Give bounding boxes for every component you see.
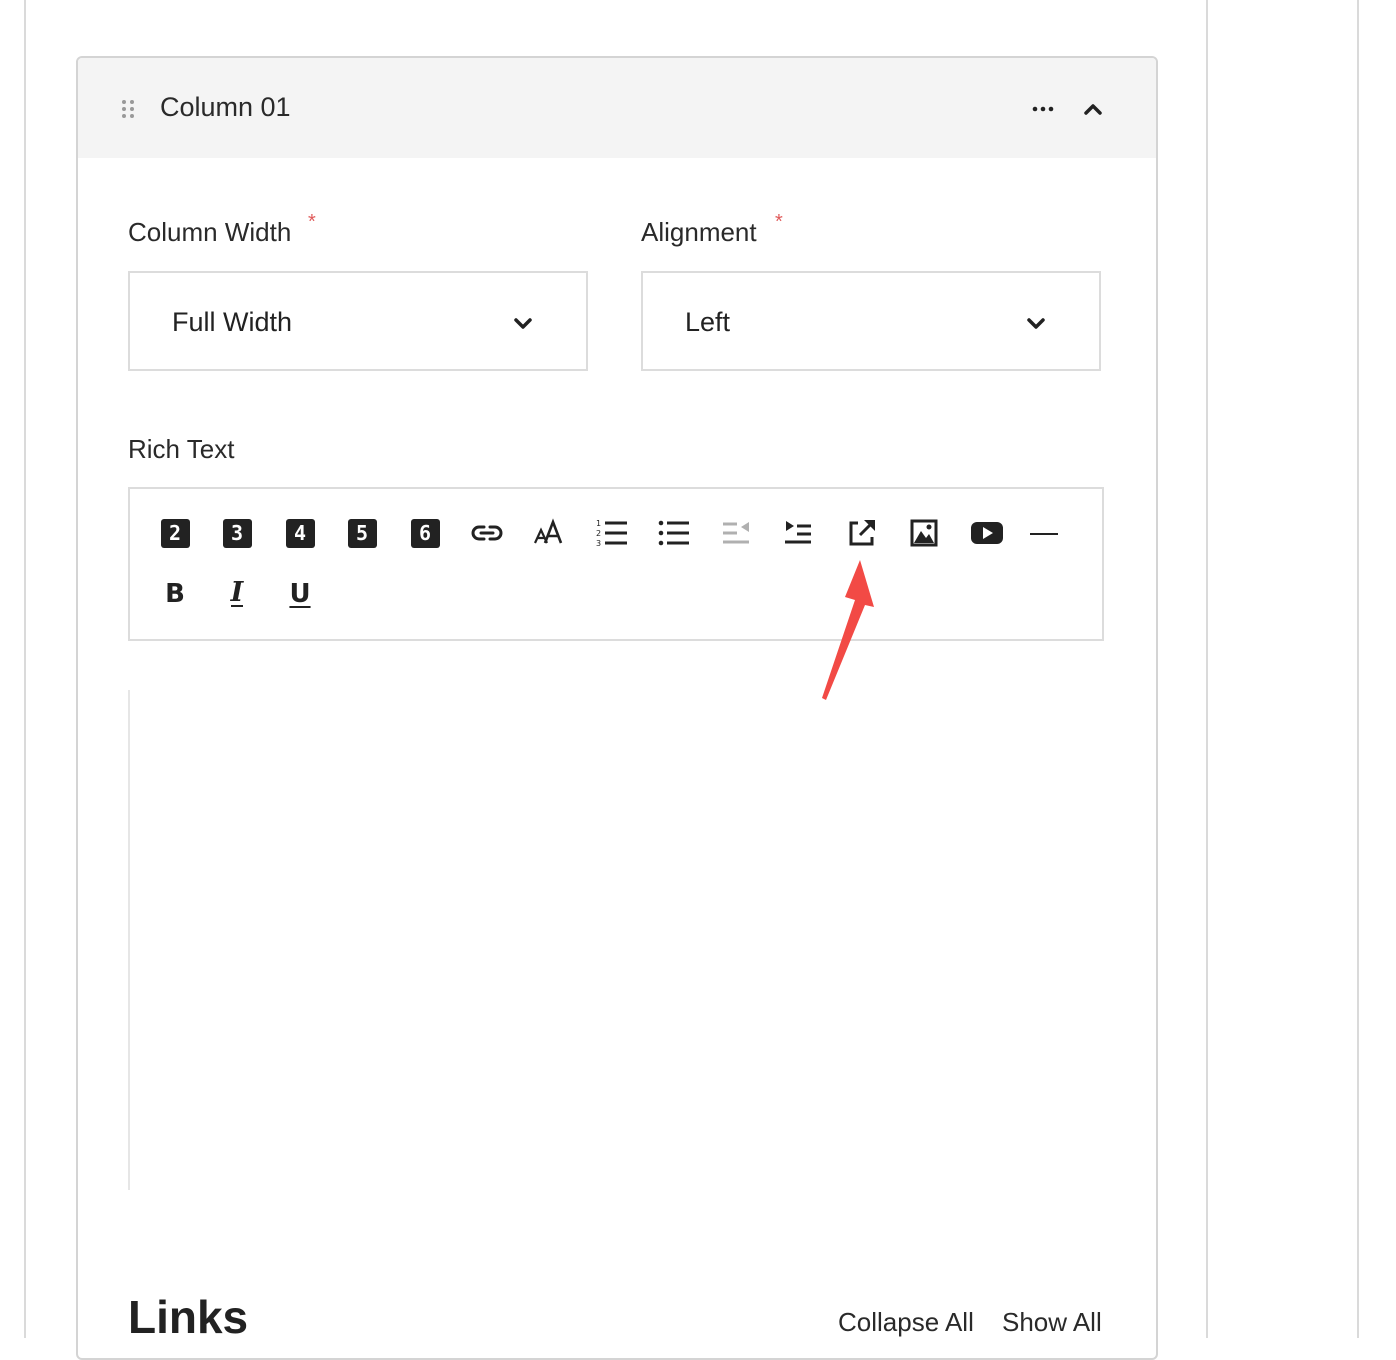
link-icon <box>471 525 503 541</box>
column-width-label: Column Width * <box>128 211 316 248</box>
chevron-down-icon <box>514 318 532 329</box>
rich-text-label: Rich Text <box>128 434 235 464</box>
rich-text-editor-area[interactable] <box>128 690 130 1190</box>
heading-4-icon: 4 <box>285 518 315 548</box>
collapse-all-button[interactable]: Collapse All <box>838 1307 974 1338</box>
heading-4-button[interactable]: 4 <box>280 513 320 553</box>
more-options-icon[interactable] <box>1028 94 1058 124</box>
svg-text:3: 3 <box>596 539 601 548</box>
required-marker: * <box>308 211 316 233</box>
column-width-label-text: Column Width <box>128 217 292 247</box>
ordered-list-icon: 1 2 3 <box>596 519 627 548</box>
heading-2-icon: 2 <box>160 518 190 548</box>
page-border-middle <box>1206 0 1208 1338</box>
bold-button[interactable]: B <box>155 574 195 614</box>
panel-header[interactable]: Column 01 <box>78 58 1156 158</box>
image-icon <box>910 519 938 547</box>
annotation-arrow-icon <box>822 560 874 700</box>
heading-3-icon: 3 <box>222 518 252 548</box>
italic-icon: I <box>230 577 244 608</box>
horizontal-rule-button[interactable] <box>1024 513 1064 553</box>
heading-6-icon: 6 <box>410 518 440 548</box>
video-icon <box>971 522 1003 544</box>
alignment-label-text: Alignment <box>641 217 757 247</box>
image-button[interactable] <box>904 513 944 553</box>
external-link-icon <box>849 520 875 546</box>
indent-button[interactable] <box>779 513 819 553</box>
font-size-icon <box>534 518 563 544</box>
heading-5-button[interactable]: 5 <box>342 513 382 553</box>
underline-button[interactable]: U <box>280 574 320 614</box>
heading-2-button[interactable]: 2 <box>155 513 195 553</box>
svg-text:1: 1 <box>596 519 601 528</box>
italic-button[interactable]: I <box>217 574 257 614</box>
font-size-button[interactable] <box>529 513 569 553</box>
unordered-list-icon <box>658 520 689 546</box>
video-button[interactable] <box>967 513 1007 553</box>
heading-3-button[interactable]: 3 <box>217 513 257 553</box>
underline-icon: U <box>289 579 311 609</box>
outdent-icon <box>723 522 749 544</box>
bold-icon: B <box>165 579 185 609</box>
alignment-select[interactable]: Left <box>641 271 1101 371</box>
required-marker: * <box>775 211 783 233</box>
rich-text-toolbar: 2 3 4 5 6 1 2 3 B I U <box>128 487 1104 641</box>
show-all-button[interactable]: Show All <box>1002 1307 1102 1338</box>
column-panel: Column 01 <box>76 56 1158 1360</box>
heading-5-icon: 5 <box>347 518 377 548</box>
alignment-label: Alignment * <box>641 211 783 248</box>
panel-title: Column 01 <box>160 92 291 122</box>
horizontal-rule-icon <box>1030 533 1058 535</box>
unordered-list-button[interactable] <box>654 513 694 553</box>
column-width-select[interactable]: Full Width <box>128 271 588 371</box>
svg-text:2: 2 <box>596 529 601 538</box>
outdent-button[interactable] <box>717 513 757 553</box>
chevron-down-icon <box>1027 318 1045 329</box>
external-link-button[interactable] <box>842 513 882 553</box>
drag-handle-icon[interactable] <box>120 99 136 119</box>
ordered-list-button[interactable]: 1 2 3 <box>592 513 632 553</box>
link-button[interactable] <box>467 513 507 553</box>
page-border-right <box>1357 0 1359 1338</box>
heading-6-button[interactable]: 6 <box>405 513 445 553</box>
indent-icon <box>785 521 811 544</box>
alignment-value: Left <box>685 307 731 337</box>
page-border-left <box>24 0 26 1338</box>
chevron-up-icon[interactable] <box>1078 94 1108 124</box>
links-title: Links <box>128 1291 249 1343</box>
column-width-value: Full Width <box>172 307 293 337</box>
